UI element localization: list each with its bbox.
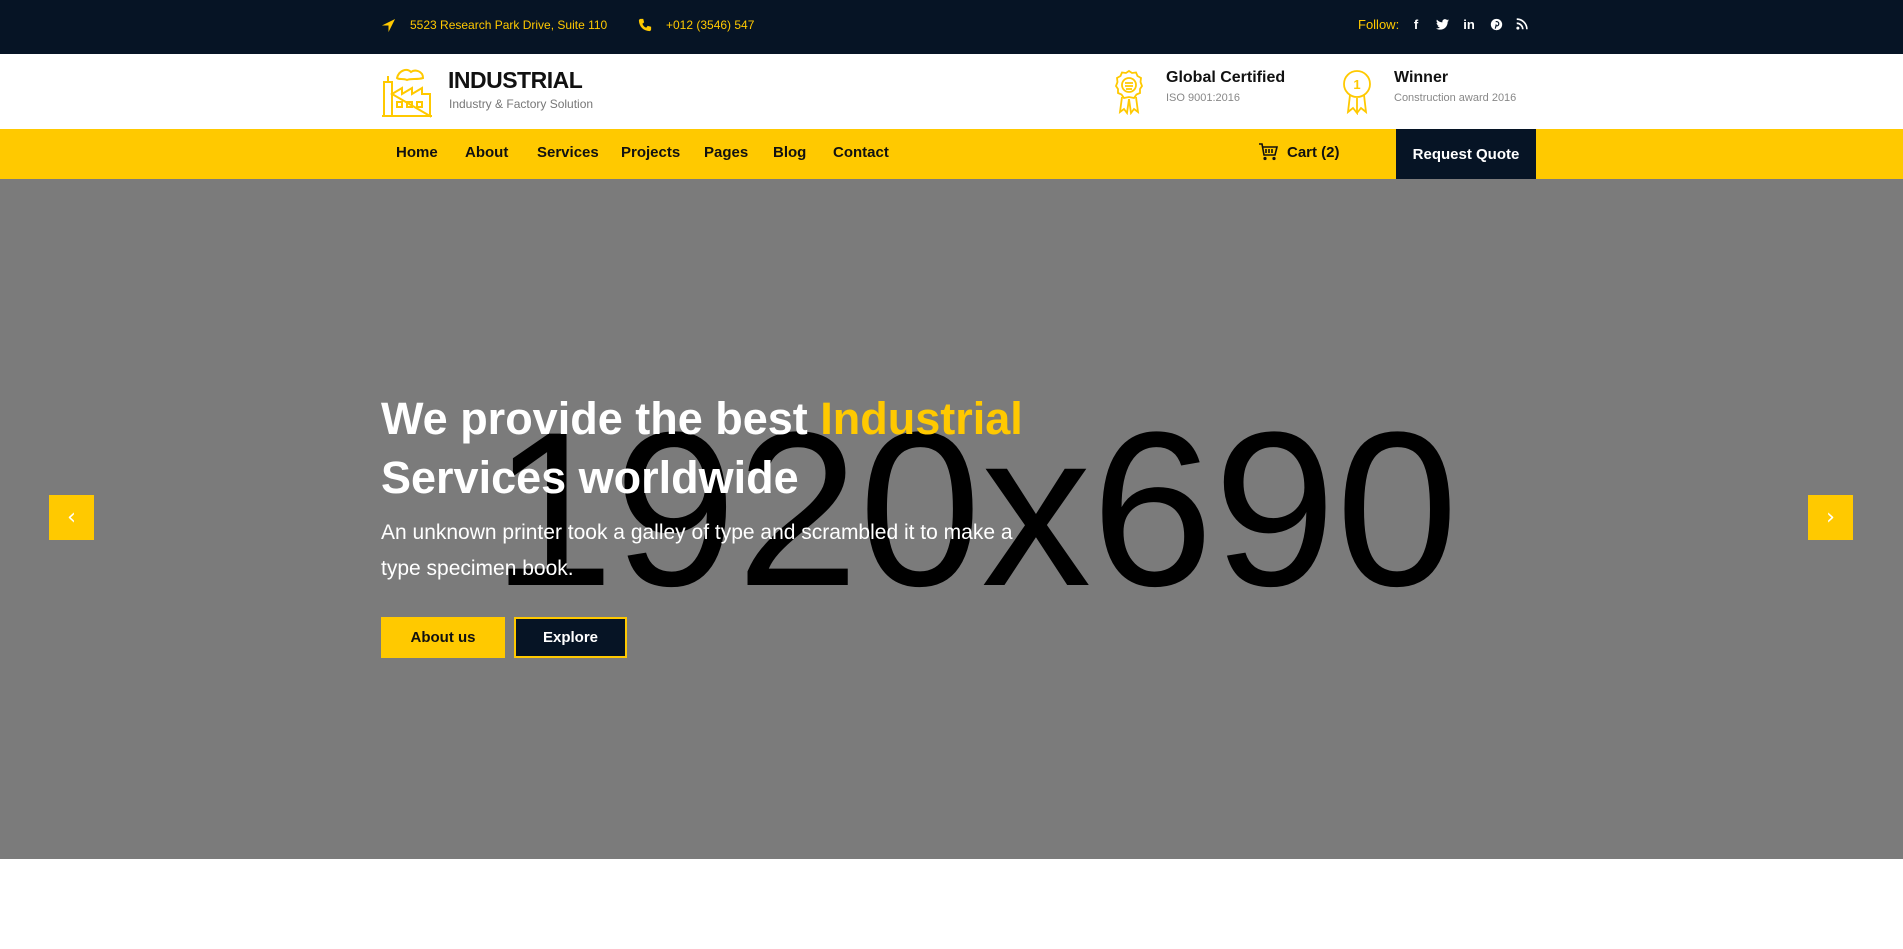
nav-item-services[interactable]: Services — [537, 144, 599, 161]
nav-item-contact[interactable]: Contact — [833, 144, 889, 161]
follow-label: Follow: — [1358, 17, 1400, 32]
rss-icon[interactable] — [1514, 15, 1530, 33]
request-quote-button[interactable]: Request Quote — [1396, 129, 1536, 179]
phone-text: +012 (3546) 547 — [666, 18, 755, 32]
cart-label: Cart (2) — [1287, 143, 1340, 161]
linkedin-icon[interactable]: in — [1461, 15, 1477, 33]
hero-title-highlight: Industrial — [820, 393, 1023, 444]
hero-title-part2: Services worldwide — [381, 452, 799, 503]
logo-subtitle: Industry & Factory Solution — [449, 97, 594, 111]
hero-title-part1: We provide the best — [381, 393, 821, 444]
nav-item-home[interactable]: Home — [396, 144, 438, 161]
address-item: 5523 Research Park Drive, Suite 110 — [381, 15, 607, 35]
slider-next-button[interactable]: › — [1808, 495, 1853, 540]
main-nav: Home About Services Projects Pages Blog … — [0, 129, 1903, 179]
address-text: 5523 Research Park Drive, Suite 110 — [410, 18, 608, 32]
hero-slider: 1920x690 We provide the best Industrial … — [0, 179, 1903, 859]
explore-button[interactable]: Explore — [514, 617, 627, 658]
facebook-icon[interactable]: f — [1408, 15, 1424, 33]
award-title: Winner — [1394, 69, 1449, 86]
award-subtitle: ISO 9001:2016 — [1166, 92, 1241, 104]
medal-number: 1 — [1353, 77, 1360, 92]
certificate-badge-icon — [1114, 69, 1144, 115]
nav-item-about[interactable]: About — [465, 144, 508, 161]
about-us-button[interactable]: About us — [381, 617, 505, 658]
top-bar: 5523 Research Park Drive, Suite 110 +012… — [0, 0, 1903, 54]
phone-icon — [638, 18, 652, 32]
award-title: Global Certified — [1166, 69, 1286, 86]
chevron-right-icon: › — [1826, 505, 1835, 530]
phone-item[interactable]: +012 (3546) 547 — [638, 15, 754, 35]
hero-description: An unknown printer took a galley of type… — [381, 521, 1013, 580]
award-subtitle: Construction award 2016 — [1394, 92, 1517, 104]
cart-link[interactable]: Cart (2) — [1258, 143, 1340, 161]
logo-title[interactable]: INDUSTRIAL — [448, 67, 583, 94]
hero-title: We provide the best Industrial Services … — [381, 389, 1281, 507]
pinterest-icon[interactable] — [1488, 15, 1504, 33]
twitter-icon[interactable] — [1434, 15, 1450, 33]
site-header: INDUSTRIAL Industry & Factory Solution G… — [0, 54, 1903, 129]
medal-icon: 1 — [1343, 70, 1371, 115]
nav-item-blog[interactable]: Blog — [773, 144, 806, 161]
cart-icon — [1259, 143, 1278, 161]
location-arrow-icon — [381, 18, 396, 32]
nav-item-projects[interactable]: Projects — [621, 144, 680, 161]
slider-prev-button[interactable]: ‹ — [49, 495, 94, 540]
nav-item-pages[interactable]: Pages — [704, 144, 748, 161]
factory-icon[interactable] — [381, 66, 433, 118]
chevron-left-icon: ‹ — [67, 505, 76, 530]
